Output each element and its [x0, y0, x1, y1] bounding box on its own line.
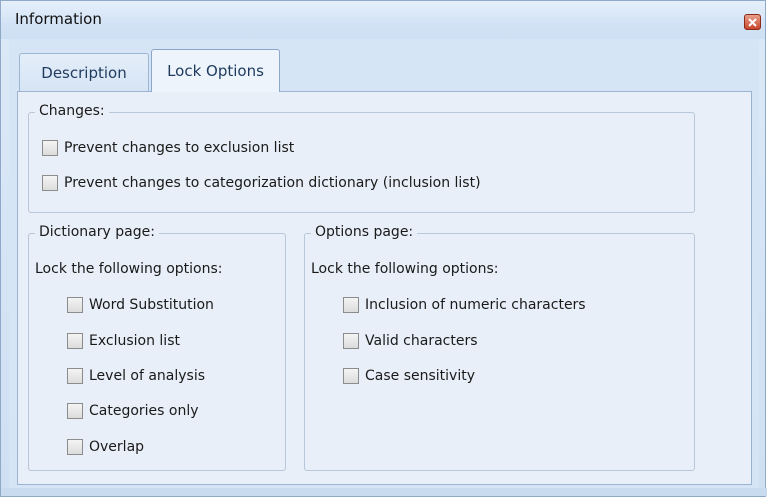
level-of-analysis-label: Level of analysis	[89, 368, 206, 384]
checkbox-row-prevent-exclusion[interactable]: Prevent changes to exclusion list	[42, 140, 294, 156]
overlap-label: Overlap	[89, 439, 145, 455]
valid-characters-checkbox[interactable]	[343, 333, 359, 349]
options-page-group: Options page: Lock the following options…	[304, 224, 695, 471]
numeric-characters-label: Inclusion of numeric characters	[365, 297, 586, 313]
checkbox-row-categories-only[interactable]: Categories only	[67, 403, 199, 419]
case-sensitivity-checkbox[interactable]	[343, 368, 359, 384]
prevent-exclusion-checkbox[interactable]	[42, 140, 58, 156]
window-bottom-border	[1, 488, 767, 496]
checkbox-row-case-sensitivity[interactable]: Case sensitivity	[343, 368, 475, 384]
tab-lock-options-label: Lock Options	[167, 62, 264, 80]
level-of-analysis-checkbox[interactable]	[67, 368, 83, 384]
prevent-exclusion-label: Prevent changes to exclusion list	[64, 140, 295, 156]
changes-legend: Changes:	[35, 103, 109, 119]
word-substitution-label: Word Substitution	[89, 297, 214, 313]
overlap-checkbox[interactable]	[67, 439, 83, 455]
checkbox-row-level-of-analysis[interactable]: Level of analysis	[67, 368, 205, 384]
numeric-characters-checkbox[interactable]	[343, 297, 359, 313]
dictionary-lock-intro: Lock the following options:	[35, 261, 223, 277]
title-bar[interactable]: Information	[1, 1, 765, 39]
checkbox-row-exclusion-list[interactable]: Exclusion list	[67, 333, 180, 349]
options-page-legend: Options page:	[311, 224, 418, 240]
categories-only-label: Categories only	[89, 403, 199, 419]
checkbox-row-numeric-characters[interactable]: Inclusion of numeric characters	[343, 297, 586, 313]
tab-description[interactable]: Description	[19, 53, 149, 91]
checkbox-row-prevent-categorization[interactable]: Prevent changes to categorization dictio…	[42, 175, 481, 191]
dialog-body: Description Lock Options Changes: Preven…	[9, 39, 759, 491]
close-icon	[748, 17, 757, 27]
categories-only-checkbox[interactable]	[67, 403, 83, 419]
valid-characters-label: Valid characters	[365, 333, 478, 349]
checkbox-row-overlap[interactable]: Overlap	[67, 439, 144, 455]
word-substitution-checkbox[interactable]	[67, 297, 83, 313]
case-sensitivity-label: Case sensitivity	[365, 368, 476, 384]
lock-options-panel: Changes: Prevent changes to exclusion li…	[17, 91, 752, 485]
tab-lock-options[interactable]: Lock Options	[151, 49, 280, 92]
options-lock-intro: Lock the following options:	[311, 261, 499, 277]
exclusion-list-label: Exclusion list	[89, 333, 180, 349]
checkbox-row-word-substitution[interactable]: Word Substitution	[67, 297, 214, 313]
checkbox-row-valid-characters[interactable]: Valid characters	[343, 333, 478, 349]
window-title: Information	[15, 10, 102, 28]
exclusion-list-checkbox[interactable]	[67, 333, 83, 349]
close-button[interactable]	[744, 14, 761, 30]
dictionary-page-legend: Dictionary page:	[35, 224, 159, 240]
dictionary-page-group: Dictionary page: Lock the following opti…	[28, 224, 286, 471]
information-dialog: Information Description Lock Options Cha…	[0, 0, 767, 497]
tab-description-label: Description	[41, 63, 127, 82]
changes-group: Changes: Prevent changes to exclusion li…	[28, 103, 695, 213]
prevent-categorization-checkbox[interactable]	[42, 175, 58, 191]
prevent-categorization-label: Prevent changes to categorization dictio…	[64, 175, 481, 191]
